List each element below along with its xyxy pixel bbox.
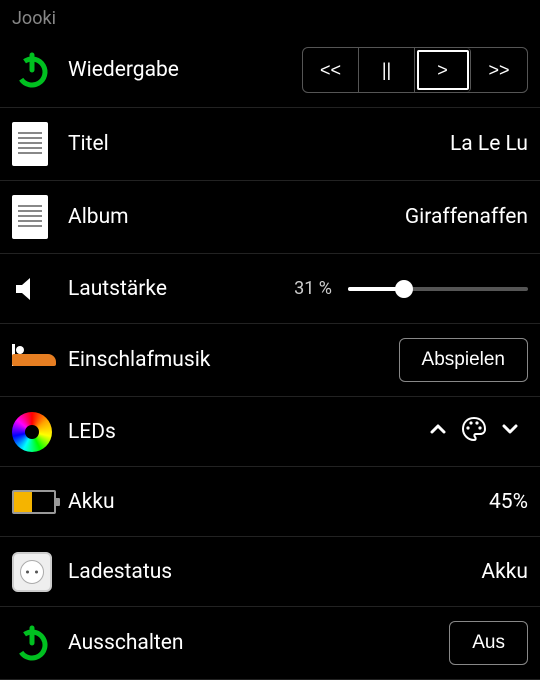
chevron-up-icon[interactable] [420,419,456,445]
album-value: Giraffenaffen [405,205,528,229]
power-icon [12,50,68,90]
title-value: La Le Lu [450,132,528,156]
album-row: Album Giraffenaffen [0,181,540,254]
chevron-down-icon[interactable] [492,419,528,445]
battery-value: 45% [489,490,528,514]
sleep-label: Einschlafmusik [68,348,210,372]
leds-row: LEDs [0,397,540,467]
volume-row: Lautstärke 31 % [0,254,540,324]
prev-button[interactable]: << [303,48,359,92]
charge-row: Ladestatus Akku [0,537,540,607]
document-icon [12,122,68,166]
transport-controls: << || > >> [302,47,528,93]
palette-icon[interactable] [456,416,492,448]
playback-row: Wiedergabe << || > >> [0,33,540,108]
volume-label: Lautstärke [68,277,167,301]
outlet-icon [12,552,68,592]
sleep-play-button[interactable]: Abspielen [399,338,528,382]
window-title: Jooki [0,0,540,33]
sleep-row: Einschlafmusik Abspielen [0,324,540,397]
volume-slider[interactable] [348,287,528,291]
charge-value: Akku [481,560,528,584]
speaker-icon [12,273,68,305]
color-wheel-icon [12,412,68,452]
document-icon [12,195,68,239]
charge-label: Ladestatus [68,560,172,584]
leds-label: LEDs [68,420,116,444]
play-button[interactable]: > [415,48,471,92]
battery-label: Akku [68,490,115,514]
power-row: Ausschalten Aus [0,607,540,680]
playback-label: Wiedergabe [68,58,179,82]
volume-percent: 31 % [294,278,332,299]
bed-icon [12,350,68,370]
battery-row: Akku 45% [0,467,540,537]
battery-icon [12,490,68,514]
power-icon [12,623,68,663]
title-row: Titel La Le Lu [0,108,540,181]
power-off-button[interactable]: Aus [449,621,528,665]
pause-button[interactable]: || [359,48,415,92]
next-button[interactable]: >> [471,48,527,92]
title-label: Titel [68,132,109,156]
power-label: Ausschalten [68,631,184,655]
album-label: Album [68,205,129,229]
